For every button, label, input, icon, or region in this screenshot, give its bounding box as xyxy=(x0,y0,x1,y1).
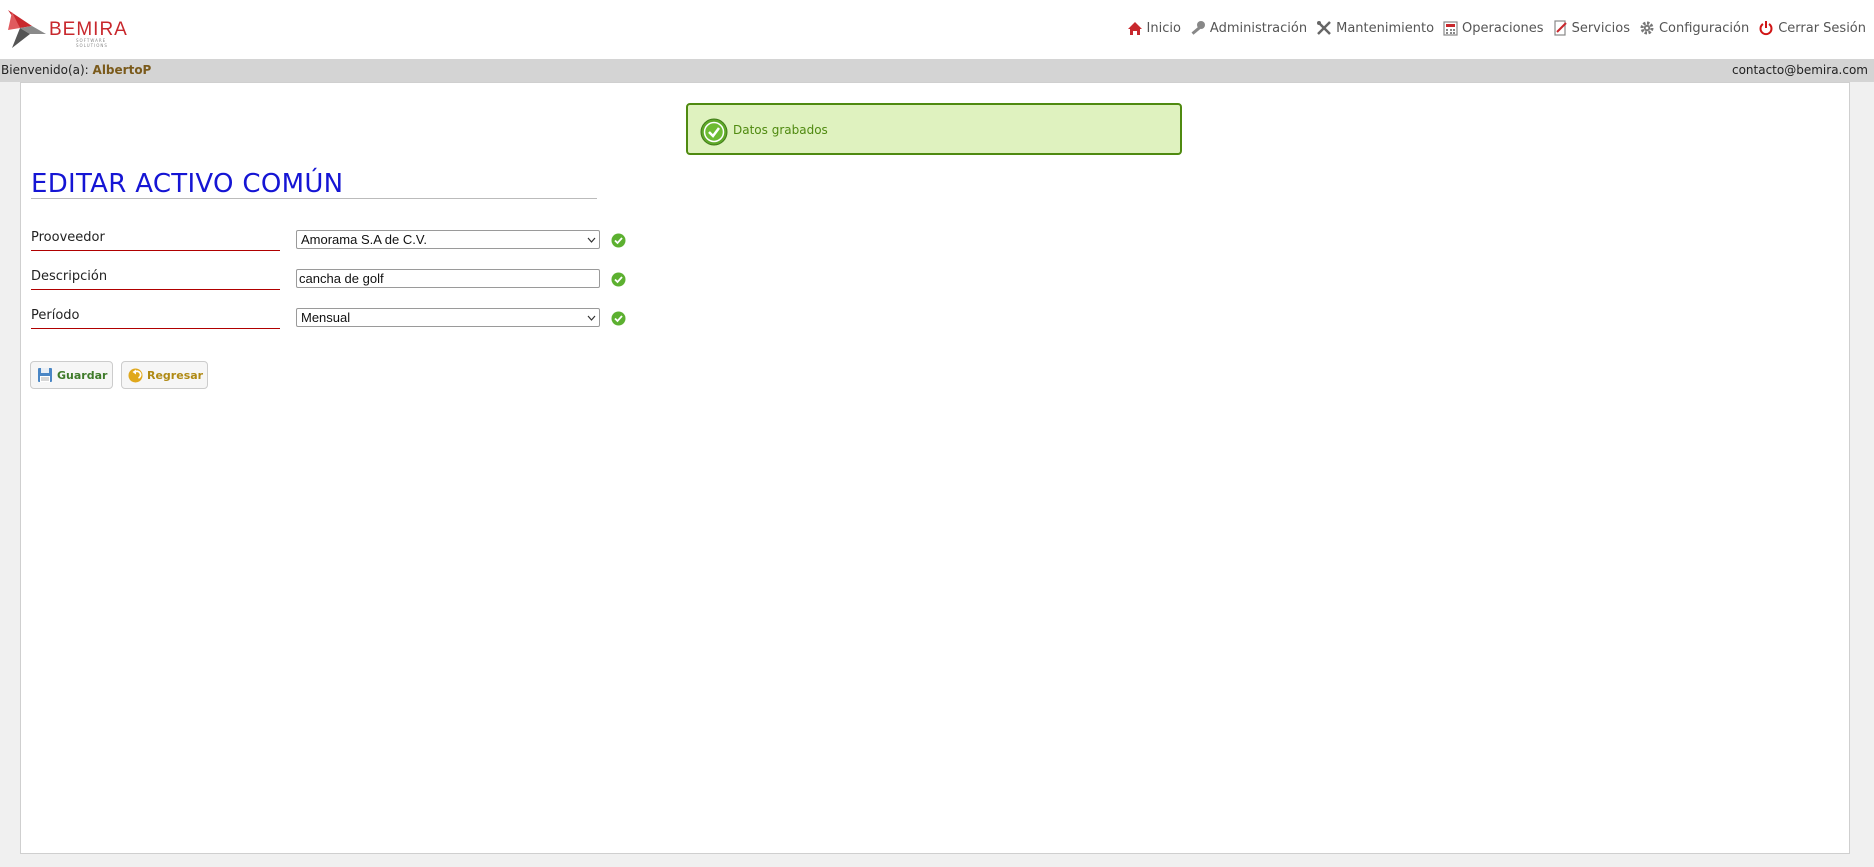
page-title: EDITAR ACTIVO COMÚN xyxy=(31,169,344,199)
nav-cerrar-sesion[interactable]: Cerrar Sesión xyxy=(1758,20,1866,36)
form-row-descripcion: Descripción cancha de golf xyxy=(31,269,631,293)
gear-icon xyxy=(1640,21,1654,35)
valid-check-icon xyxy=(611,311,626,326)
floppy-disk-icon xyxy=(38,368,52,382)
nav-servicios[interactable]: Servicios xyxy=(1553,20,1630,36)
nav-label: Operaciones xyxy=(1462,20,1544,36)
brand-tagline: SOFTWARE SOLUTIONS xyxy=(76,38,108,48)
periodo-label: Período xyxy=(31,308,280,329)
proveedor-selected-value: Amorama S.A de C.V. xyxy=(301,232,427,247)
welcome-prefix: Bienvenido(a): xyxy=(1,63,89,77)
nav-label: Configuración xyxy=(1658,20,1750,36)
descripcion-value: cancha de golf xyxy=(299,271,384,286)
nav-inicio[interactable]: Inicio xyxy=(1127,21,1181,36)
descripcion-input[interactable]: cancha de golf xyxy=(296,269,600,288)
document-edit-icon xyxy=(1553,20,1567,36)
proveedor-label: Prooveedor xyxy=(31,230,280,251)
welcome-text: Bienvenido(a): AlbertoP xyxy=(1,59,151,82)
tools-icon xyxy=(1317,21,1331,35)
nav-label: Servicios xyxy=(1571,20,1630,36)
chevron-down-icon xyxy=(587,315,596,321)
top-header: BEMIRA SOFTWARE SOLUTIONS Inicio Adminis… xyxy=(0,0,1874,59)
content-panel: Datos grabados EDITAR ACTIVO COMÚN Proov… xyxy=(20,82,1850,854)
nav-label: Mantenimiento xyxy=(1336,20,1435,36)
nav-operaciones[interactable]: Operaciones xyxy=(1443,21,1544,36)
title-divider xyxy=(31,198,597,199)
check-circle-icon xyxy=(700,118,728,146)
chevron-down-icon xyxy=(587,237,596,243)
success-alert: Datos grabados xyxy=(686,103,1182,155)
contact-email[interactable]: contacto@bemira.com xyxy=(1732,59,1868,82)
nav-mantenimiento[interactable]: Mantenimiento xyxy=(1316,20,1434,36)
nav-configuracion[interactable]: Configuración xyxy=(1639,20,1749,36)
welcome-username: AlbertoP xyxy=(92,63,152,77)
main-nav: Inicio Administración Mantenimiento Oper… xyxy=(1118,17,1866,39)
save-button-label: Guardar xyxy=(57,368,108,382)
form-row-periodo: Período Mensual xyxy=(31,308,631,332)
descripcion-label: Descripción xyxy=(31,269,280,290)
nav-label: Inicio xyxy=(1146,20,1181,36)
key-icon xyxy=(1191,21,1205,35)
nav-label: Administración xyxy=(1209,20,1308,36)
nav-label: Cerrar Sesión xyxy=(1778,20,1866,36)
home-icon xyxy=(1127,21,1142,35)
alert-message: Datos grabados xyxy=(733,123,828,137)
periodo-select[interactable]: Mensual xyxy=(296,308,600,327)
nav-administracion[interactable]: Administración xyxy=(1190,20,1307,36)
save-button[interactable]: Guardar xyxy=(30,361,113,389)
back-button-label: Regresar xyxy=(147,368,204,382)
valid-check-icon xyxy=(611,233,626,248)
periodo-selected-value: Mensual xyxy=(301,310,351,325)
bemira-logo[interactable]: BEMIRA SOFTWARE SOLUTIONS xyxy=(6,8,136,50)
form-row-proveedor: Prooveedor Amorama S.A de C.V. xyxy=(31,230,631,254)
proveedor-select[interactable]: Amorama S.A de C.V. xyxy=(296,230,600,249)
welcome-bar: Bienvenido(a): AlbertoP contacto@bemira.… xyxy=(0,59,1874,82)
valid-check-icon xyxy=(611,272,626,287)
back-arrow-icon xyxy=(128,368,143,382)
power-icon xyxy=(1759,21,1773,36)
bemira-logo-mark xyxy=(8,10,46,48)
calculator-icon xyxy=(1443,20,1458,36)
back-button[interactable]: Regresar xyxy=(121,361,208,389)
